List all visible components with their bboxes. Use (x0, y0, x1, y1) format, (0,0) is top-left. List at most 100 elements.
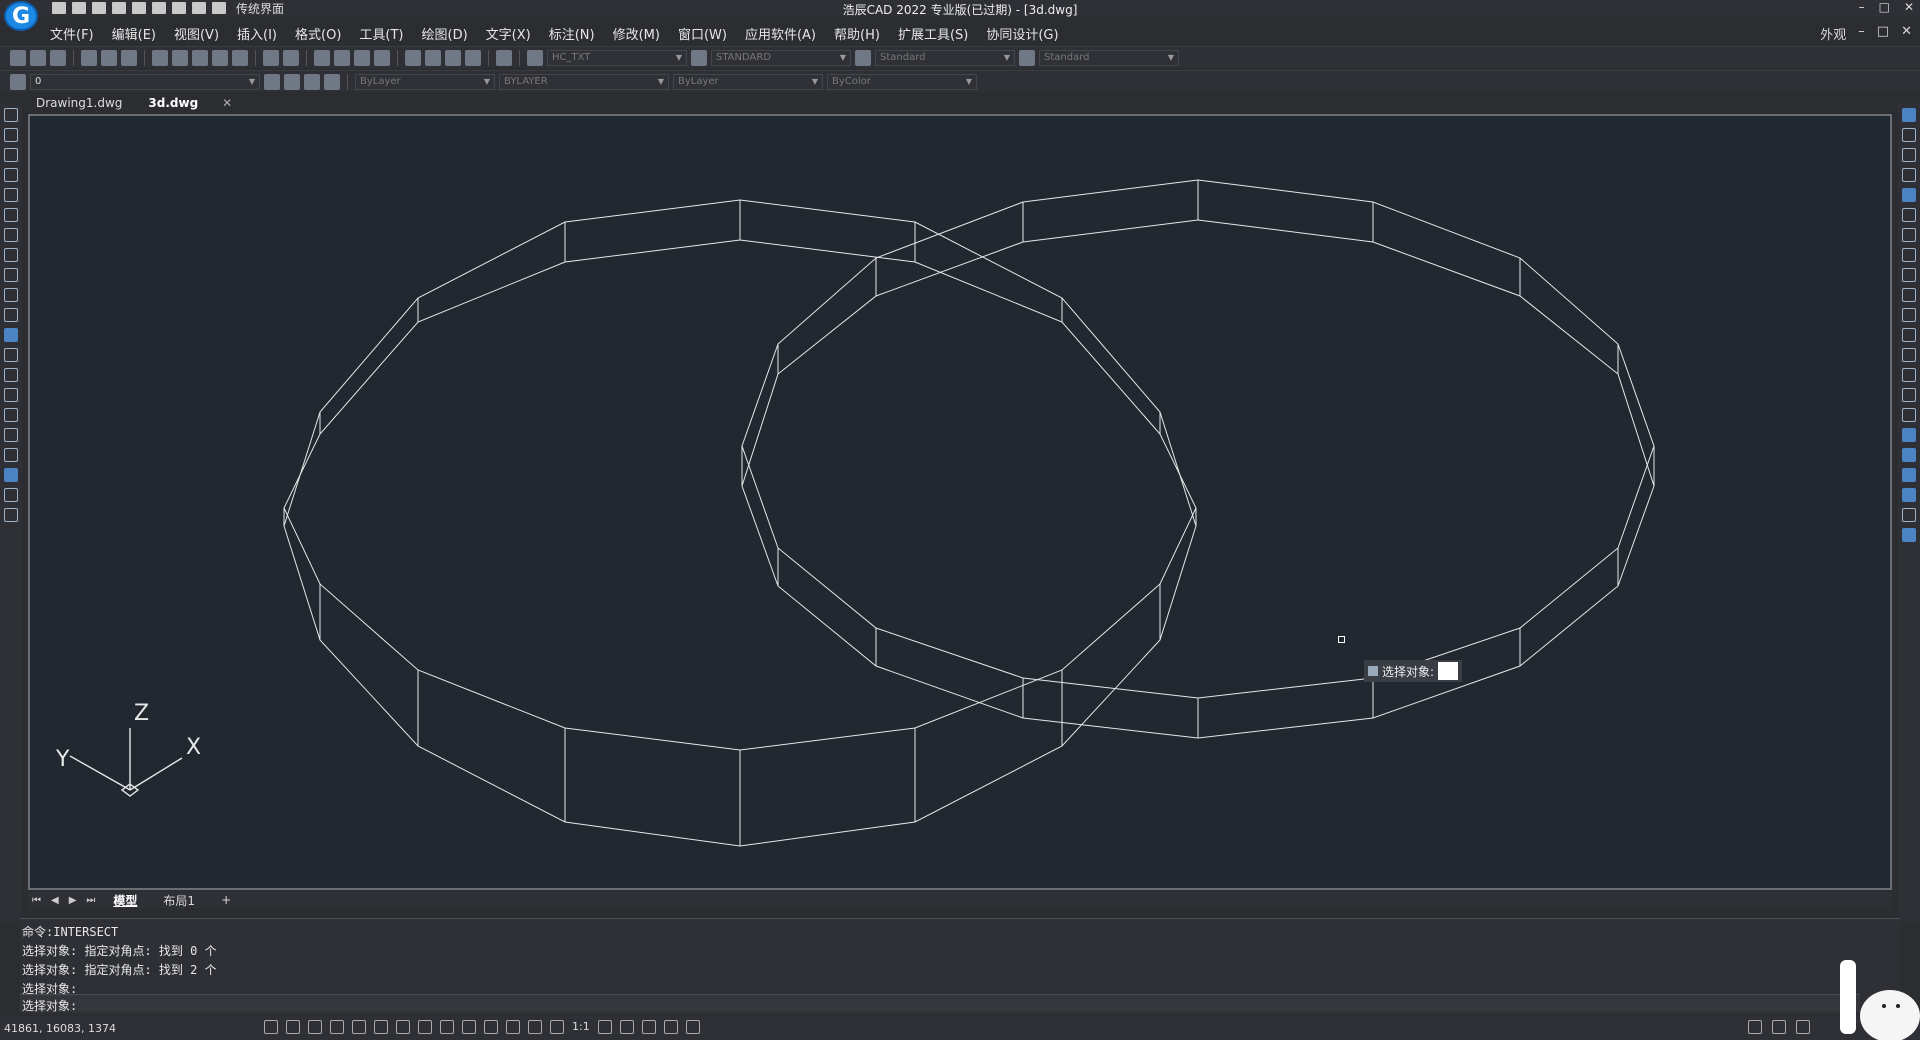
trim-icon[interactable] (1902, 288, 1916, 302)
add-selected-icon[interactable] (4, 508, 18, 522)
make-block-icon[interactable] (4, 348, 18, 362)
menu-apps[interactable]: 应用软件(A) (745, 24, 816, 43)
layer-icon[interactable] (506, 1020, 520, 1034)
lock-icon[interactable] (1772, 1020, 1786, 1034)
layer-previous-icon[interactable] (284, 73, 300, 90)
doc-close-button[interactable]: ✕ (1901, 24, 1912, 43)
minimize-button[interactable]: – (1859, 0, 1865, 14)
ellipse-icon[interactable] (4, 288, 18, 302)
new-icon[interactable] (10, 49, 26, 66)
zoom-previous-icon[interactable] (374, 49, 390, 66)
snap-icon[interactable] (286, 1020, 300, 1034)
viewport-icon[interactable] (550, 1020, 564, 1034)
match-properties-icon[interactable] (212, 49, 228, 66)
dim-style-select[interactable]: STANDARD ▼ (711, 49, 851, 66)
otrack-icon[interactable] (374, 1020, 388, 1034)
menu-edit[interactable]: 编辑(E) (112, 24, 156, 43)
ducs-icon[interactable] (396, 1020, 410, 1034)
doc-restore-button[interactable]: □ (1877, 24, 1889, 43)
zoom-icon[interactable] (528, 1020, 542, 1034)
chamfer-icon[interactable] (1902, 368, 1916, 382)
offset-icon[interactable] (1902, 168, 1916, 182)
menu-format[interactable]: 格式(O) (295, 24, 341, 43)
region-icon[interactable] (4, 428, 18, 442)
menu-text[interactable]: 文字(X) (486, 24, 531, 43)
array-icon[interactable] (1902, 188, 1916, 202)
circle-icon[interactable] (4, 228, 18, 242)
menu-modify[interactable]: 修改(M) (613, 24, 660, 43)
tab-layout1[interactable]: 布局1 (155, 892, 203, 909)
zoom-realtime-icon[interactable] (334, 49, 350, 66)
insert-block-icon[interactable] (4, 328, 18, 342)
multileader-style-select[interactable]: Standard ▼ (1039, 49, 1179, 66)
gradient-icon[interactable] (4, 408, 18, 422)
move-icon[interactable] (1902, 208, 1916, 222)
spline-icon[interactable] (4, 268, 18, 282)
menu-view[interactable]: 视图(V) (174, 24, 219, 43)
drawing-canvas[interactable]: Z Y X (28, 114, 1892, 890)
dim-style-icon[interactable] (691, 49, 707, 66)
preview-icon[interactable] (101, 49, 117, 66)
lineweight-icon[interactable] (440, 1020, 454, 1034)
gear-icon[interactable] (1748, 1020, 1762, 1034)
zoom-window-icon[interactable] (354, 49, 370, 66)
command-input[interactable]: 选择对象: (20, 994, 1860, 1013)
save-icon[interactable] (50, 49, 66, 66)
layer-select[interactable]: 0 ▼ (30, 73, 260, 90)
table-style-icon[interactable] (855, 49, 871, 66)
menu-tools[interactable]: 工具(T) (359, 24, 403, 43)
menu-help[interactable]: 帮助(H) (834, 24, 880, 43)
menu-draw[interactable]: 绘图(D) (422, 24, 468, 43)
paste-icon[interactable] (192, 49, 208, 66)
hardware-accel-icon[interactable] (641, 1020, 656, 1034)
hatch-icon[interactable] (4, 388, 18, 402)
rectangle-icon[interactable] (4, 188, 18, 202)
text-style-icon[interactable] (527, 49, 543, 66)
break-icon[interactable] (1902, 328, 1916, 342)
wipeout-icon[interactable] (4, 448, 18, 462)
draworder-back-icon[interactable] (1902, 448, 1916, 462)
undo-icon[interactable] (263, 49, 279, 66)
appearance-menu[interactable]: 外观 (1820, 24, 1846, 43)
spellcheck-icon[interactable] (1902, 508, 1916, 522)
prev-layout-icon[interactable]: ◀ (51, 895, 59, 906)
make-current-layer-icon[interactable] (264, 73, 280, 90)
mirror-icon[interactable] (1902, 148, 1916, 162)
annotation-scale[interactable]: 1:1 (572, 1020, 590, 1034)
layer-isolate-icon[interactable] (324, 73, 340, 90)
multileader-style-icon[interactable] (1019, 49, 1035, 66)
text-front-icon[interactable] (1902, 528, 1916, 542)
table-icon[interactable] (4, 468, 18, 482)
tool-palettes-icon[interactable] (445, 49, 461, 66)
help-icon[interactable] (496, 49, 512, 66)
lineweight-select[interactable]: ByLayer ▼ (673, 73, 823, 90)
dynamic-input-box[interactable] (1438, 662, 1459, 680)
mtext-icon[interactable] (4, 488, 18, 502)
menu-insert[interactable]: 插入(I) (237, 24, 277, 43)
add-layout-button[interactable]: + (213, 893, 239, 907)
line-icon[interactable] (4, 108, 18, 122)
point-icon[interactable] (4, 368, 18, 382)
doc-minimize-button[interactable]: – (1858, 24, 1865, 43)
arc-icon[interactable] (4, 208, 18, 222)
open-icon[interactable] (30, 49, 46, 66)
selection-cycling-icon[interactable] (484, 1020, 498, 1034)
menu-dimension[interactable]: 标注(N) (549, 24, 595, 43)
last-layout-icon[interactable]: ⏭ (86, 895, 95, 906)
rotate-icon[interactable] (1902, 228, 1916, 242)
xline-icon[interactable] (4, 128, 18, 142)
table-style-select[interactable]: Standard ▼ (875, 49, 1015, 66)
grid-icon[interactable] (264, 1020, 278, 1034)
menu-collab[interactable]: 协同设计(G) (986, 24, 1058, 43)
erase-icon[interactable] (1902, 108, 1916, 122)
osnap-icon[interactable] (352, 1020, 366, 1034)
copy-icon[interactable] (172, 49, 188, 66)
copy-object-icon[interactable] (1902, 128, 1916, 142)
color-select[interactable]: ByLayer ▼ (355, 73, 495, 90)
plot-icon[interactable] (81, 49, 97, 66)
text-style-select[interactable]: HC_TXT ▼ (547, 49, 687, 66)
refresh-icon[interactable] (685, 1020, 700, 1034)
auto-scale-icon[interactable] (619, 1020, 634, 1034)
ortho-icon[interactable] (308, 1020, 322, 1034)
redo-icon[interactable] (283, 49, 299, 66)
